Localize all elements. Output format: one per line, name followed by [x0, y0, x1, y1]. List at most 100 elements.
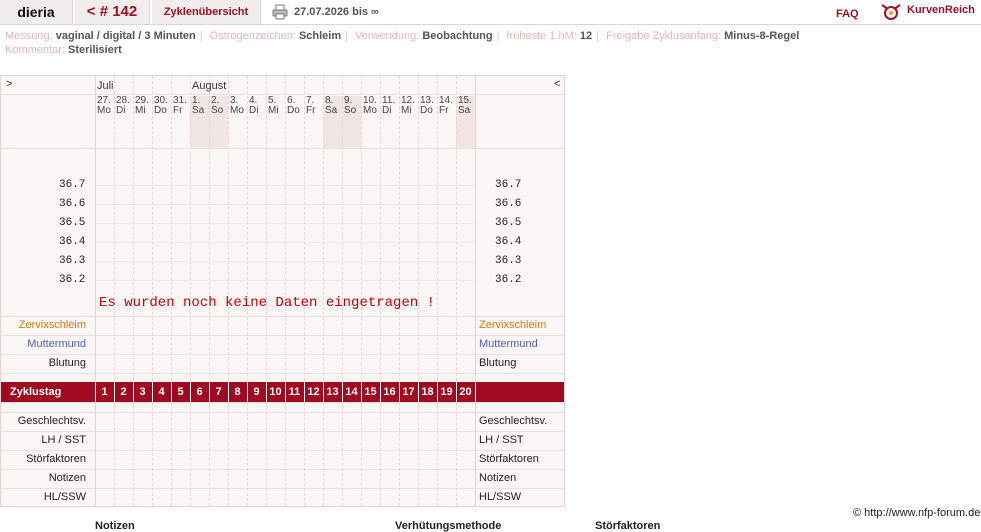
user-tab[interactable]: dieria	[0, 0, 73, 24]
cycle-day-number[interactable]: 20	[456, 382, 475, 402]
messung-value: vaginal / digital / 3 Minuten	[55, 30, 196, 42]
cycle-day-number[interactable]: 16	[380, 382, 399, 402]
cycle-day-number[interactable]: 2	[114, 382, 133, 402]
grid-vline	[266, 76, 267, 506]
day-header-cell: 12. Mi	[401, 96, 420, 116]
cycle-day-number[interactable]: 17	[399, 382, 418, 402]
date-range: 27.07.2026 bis ∞	[294, 6, 379, 18]
cycle-day-number[interactable]: 4	[152, 382, 171, 402]
bottom-row-label: Notizen	[48, 472, 86, 484]
grid-vline	[399, 76, 400, 506]
verwendung-value: Beobachtung	[422, 30, 493, 42]
muttermund-label: Muttermund	[27, 338, 86, 350]
temp-label-right: 36.7	[495, 179, 522, 191]
faq-link[interactable]: FAQ	[836, 4, 859, 24]
freigabe-label: Freigabe Zyklusanfang:	[606, 30, 722, 42]
grid-vline	[285, 76, 286, 506]
day-header-cell: 11. Di	[382, 96, 401, 116]
nav-next-button[interactable]: <	[554, 78, 560, 90]
cycle-day-number[interactable]: 18	[418, 382, 437, 402]
day-header-cell: 29. Mi	[135, 96, 154, 116]
day-header-cell: 3. Mo	[230, 96, 249, 116]
cycle-day-number[interactable]: 13	[323, 382, 342, 402]
temp-label-right: 36.2	[495, 274, 522, 286]
grid-vline	[133, 76, 134, 506]
weekday: Mi	[401, 105, 412, 116]
cycle-number-tab[interactable]: < # 142	[75, 0, 150, 24]
grid-vline	[361, 76, 362, 506]
hm-value: 12	[579, 30, 593, 42]
cycle-day-number[interactable]: 14	[342, 382, 361, 402]
weekday: So	[211, 105, 224, 116]
bottom-row-label: LH / SST	[41, 434, 86, 446]
day-header-cell: 28. Di	[116, 96, 135, 116]
nav-prev-button[interactable]: >	[6, 78, 12, 90]
weekday: Sa	[325, 105, 338, 116]
copyright: © http://www.nfp-forum.de	[853, 507, 981, 519]
weekday: Do	[287, 105, 300, 116]
cycle-overview-tab[interactable]: Zyklenübersicht	[152, 0, 261, 24]
zervixschleim-label: Zervixschleim	[18, 319, 86, 331]
weekday: Sa	[458, 105, 471, 116]
day-header-cell: 5. Mi	[268, 96, 287, 116]
cycle-day-number[interactable]: 10	[266, 382, 285, 402]
cycle-day-number[interactable]: 6	[190, 382, 209, 402]
cycle-day-number[interactable]: 5	[171, 382, 190, 402]
temp-label: 36.5	[59, 217, 86, 229]
grid-hline	[1, 402, 564, 403]
cycle-day-number[interactable]: 7	[209, 382, 228, 402]
bottom-row-label: HL/SSW	[43, 491, 86, 503]
day-header-cell: 4. Di	[249, 96, 268, 116]
weekday: Di	[249, 105, 259, 116]
grid-vline	[152, 76, 153, 506]
grid-hline	[1, 148, 564, 149]
weekday: Mo	[97, 105, 111, 116]
cycle-day-number[interactable]: 11	[285, 382, 304, 402]
cycle-day-number[interactable]: 8	[228, 382, 247, 402]
printer-icon[interactable]	[272, 4, 288, 20]
oestrogen-label: Östrogenzeichen:	[209, 30, 296, 42]
blutung-label-right: Blutung	[479, 357, 517, 369]
day-header-cell: 7. Fr	[306, 96, 325, 116]
brand-logo-icon[interactable]	[880, 1, 902, 21]
grid-vline	[190, 76, 191, 506]
weekday: Do	[420, 105, 433, 116]
weekday: Di	[116, 105, 126, 116]
day-header-cell: 6. Do	[287, 96, 306, 116]
cycle-day-bar: Zyklustag 1 2 3 4 5 6 7 8 9 10 11 12 13 14 15 16 17 18 19 2…	[1, 382, 564, 402]
weekday: Fr	[439, 105, 449, 116]
cycle-chart: > < Juli August 27. Mo 28. Di 29. Mi 30. Do 31. F…	[0, 75, 565, 507]
day-header-cell: 2. So	[211, 96, 230, 116]
cycle-day-number[interactable]: 15	[361, 382, 380, 402]
footer-verhuetungsmethode: Verhütungsmethode	[395, 520, 502, 532]
grid-hline	[1, 94, 564, 95]
cycle-day-number[interactable]: 3	[133, 382, 152, 402]
cycle-day-number[interactable]: 19	[437, 382, 456, 402]
weekday: Mi	[268, 105, 279, 116]
verwendung-label: Verwendung:	[355, 30, 420, 42]
day-header-cell: 8. Sa	[325, 96, 344, 116]
day-header-cell: 15. Sa	[458, 96, 477, 116]
bottom-row-label-right: HL/SSW	[479, 491, 522, 503]
temp-label-right: 36.6	[495, 198, 522, 210]
blutung-label: Blutung	[48, 357, 86, 369]
oestrogen-value: Schleim	[298, 30, 342, 42]
day-header-cell: 10. Mo	[363, 96, 382, 116]
footer-notizen: Notizen	[95, 520, 135, 532]
grid-vline	[209, 76, 210, 506]
bottom-row-label-right: Störfaktoren	[479, 453, 539, 465]
weekday: Sa	[192, 105, 205, 116]
bottom-row-label-right: Geschlechtsv.	[479, 415, 548, 427]
cycle-day-number[interactable]: 9	[247, 382, 266, 402]
grid-vline	[304, 76, 305, 506]
cycle-day-number[interactable]: 1	[95, 382, 114, 402]
weekday: Mi	[135, 105, 146, 116]
weekday: Fr	[306, 105, 316, 116]
weekday: Mo	[230, 105, 244, 116]
bottom-row-label: Störfaktoren	[26, 453, 86, 465]
cycle-day-number[interactable]: 12	[304, 382, 323, 402]
grid-vline	[437, 76, 438, 506]
measurement-info: Messung: vaginal / digital / 3 Minuten | …	[5, 30, 800, 42]
weekday: Di	[382, 105, 392, 116]
brand-name[interactable]: KurvenReich	[907, 2, 975, 18]
